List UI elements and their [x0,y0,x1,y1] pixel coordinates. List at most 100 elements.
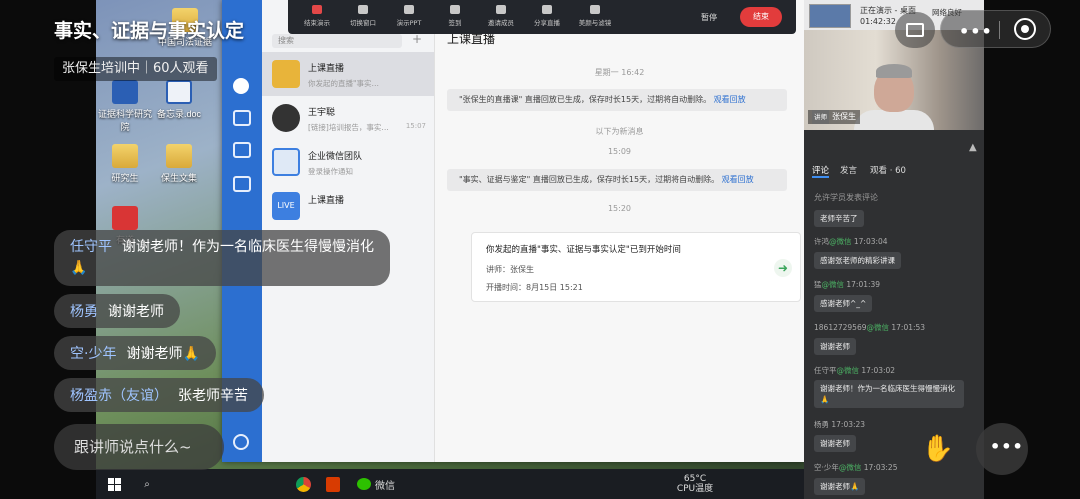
live-avatar: LIVE [272,192,300,220]
comment-item: 许鸿@微信 17:03:04 感谢张老师的精彩讲课 [814,236,979,269]
more-icon[interactable]: ••• [959,22,993,41]
check-in-button[interactable]: 签到 [430,5,480,27]
end-presentation-button[interactable]: 结束演示 [292,5,342,27]
share-live-button[interactable]: 分享直播 [522,5,572,27]
conversation-item[interactable]: 上课直播 你发起的直播"事实… [262,52,434,96]
document-icon [112,80,138,104]
chrome-icon[interactable] [288,469,318,499]
more-icon: ••• [990,437,1024,456]
comment-text: 谢谢老师 [108,304,164,320]
new-messages-divider: 以下为新消息 [595,127,644,136]
windows-taskbar: ⌕ 微信 65°C CPU温度 [96,469,804,499]
folder-icon [112,144,138,168]
comment-item: 18612729569@微信 17:01:53 谢谢老师 [814,322,979,355]
message-icon[interactable] [233,78,249,94]
arrow-right-icon[interactable]: ➜ [774,259,792,277]
comment-text: 张老师辛苦 [178,388,248,404]
presenter-hair [876,64,912,78]
search-input[interactable]: 搜索 [272,34,402,48]
screen-thumbnail [809,4,851,28]
invite-button[interactable]: 邀请成员 [476,5,526,27]
live-subtitle: 张保生培训中｜60人观看 [54,57,217,81]
conversation-preview: 登录操作通知 [308,167,353,176]
comment-text: 感谢老师^_^ [814,295,873,312]
live-duration: 01:42:32 [860,17,896,26]
conversation-name: 王宇聪 [308,108,336,118]
conversation-item[interactable]: 企业微信团队 登录操作通知 [262,140,434,184]
window-icon [358,5,368,14]
card-speaker: 讲师：张保生 [486,265,534,274]
present-ppt-button[interactable]: 演示PPT [384,5,434,27]
panel-tabs: ▲ 评论 发言 观看 · 60 [804,142,984,180]
comment-header: 许鸿@微信 17:03:04 [814,237,888,246]
search-icon[interactable]: ⌕ [132,469,162,499]
comment-item: 老师辛苦了 [814,206,979,227]
collapse-icon[interactable]: ▲ [969,142,977,153]
comment-user: 空·少年 [70,346,117,362]
comment-text: 谢谢老师🙏 [814,478,866,495]
comment-text: 谢谢老师🙏 [126,346,200,362]
desktop-icon[interactable]: 证据科学研究院 [96,80,154,133]
pause-button[interactable]: 暂停 [692,9,726,26]
comment-user: 杨勇 [70,304,98,320]
desktop-icon[interactable]: 研究生 [96,144,154,184]
comment-item: 任守平@微信 17:03:02 谢谢老师！作为一名临床医生得慢慢消化🙏 [814,365,979,408]
presenter-toolbar: 结束演示 切换窗口 演示PPT 签到 邀请成员 分享直播 美颜与滤镜 暂停 结束 [288,0,796,34]
beauty-filter-button[interactable]: 美颜与滤镜 [570,5,620,27]
chat-area: 上课直播 星期一 16:42 "张保生的直播课" 直播回放已生成，保存时长15天… [435,0,804,462]
live-start-card[interactable]: 你发起的直播"事实、证据与事实认定"已到开始时间 讲师：张保生 开播时间：8月1… [471,232,801,302]
settings-icon[interactable] [233,434,249,450]
comment-header: 猛@微信 17:01:39 [814,280,881,289]
calendar-icon[interactable] [233,142,251,158]
conversation-avatar [272,60,300,88]
watch-replay-link[interactable]: 观看回放 [714,95,746,104]
comment-header: 18612729569@微信 17:01:53 [814,323,926,332]
workbench-icon[interactable] [233,176,251,192]
chat-timestamp: 15:09 [607,147,632,156]
overlay-comment: 任守平 谢谢老师！作为一名临床医生得慢慢消化🙏 [54,230,390,286]
conversation-avatar [272,148,300,176]
comment-permission-hint: 允许学员发表评论 [814,193,878,202]
more-options-button[interactable]: ••• [976,423,1028,475]
raise-hand-icon[interactable]: ✋ [913,425,963,473]
chat-timestamp: 15:20 [607,204,632,213]
share-icon [542,5,552,14]
comment-text: 谢谢老师！作为一名临床医生得慢慢消化🙏 [70,239,374,276]
contacts-icon[interactable] [233,110,251,126]
presenter-body [854,110,934,130]
live-title: 事实、证据与事实认定 [54,20,245,42]
overlay-comment: 杨盈赤（友谊） 张老师辛苦 [54,378,264,412]
comment-text: 谢谢老师 [814,338,856,355]
comment-input[interactable]: 跟讲师说点什么~ [54,424,224,470]
office-icon[interactable] [318,469,348,499]
conversation-item[interactable]: LIVE 上课直播 [262,184,434,228]
start-button[interactable] [96,469,132,499]
end-live-button[interactable]: 结束 [740,7,782,27]
comment-text: 老师辛苦了 [814,210,864,227]
ppt-icon [404,5,414,14]
tab-comments[interactable]: 评论 [812,164,830,178]
mini-program-capsule: ••• [940,10,1051,48]
tab-viewers[interactable]: 观看 · 60 [870,164,906,176]
conversation-item[interactable]: 王宇聪 [链接]培训报告，事实… 15:07 [262,96,434,140]
invite-icon [496,5,506,14]
tab-speak[interactable]: 发言 [840,164,857,176]
add-icon[interactable]: + [412,32,422,46]
switch-window-button[interactable]: 切换窗口 [338,5,388,27]
floating-window-button[interactable] [895,12,935,48]
wechat-taskbar-item[interactable]: 微信 [348,469,404,499]
close-target-icon[interactable] [1014,18,1036,40]
windows-icon [107,477,121,491]
youdao-icon [112,206,138,230]
desktop-icon[interactable]: 备忘录.doc [150,80,208,120]
presenter-badge: 讲师 [812,110,829,124]
presenter-name: 张保生 [832,112,856,121]
comment-user: 杨盈赤（友谊） [70,388,168,404]
comment-user: 任守平 [70,239,112,255]
desktop-icon[interactable]: 保生文集 [150,144,208,184]
comment-text: 感谢张老师的精彩讲课 [814,252,901,269]
watch-replay-link[interactable]: 观看回放 [722,175,754,184]
cpu-temperature: 65°C CPU温度 [676,474,714,494]
conversation-name: 企业微信团队 [308,152,363,162]
conversation-time: 15:07 [405,122,426,130]
